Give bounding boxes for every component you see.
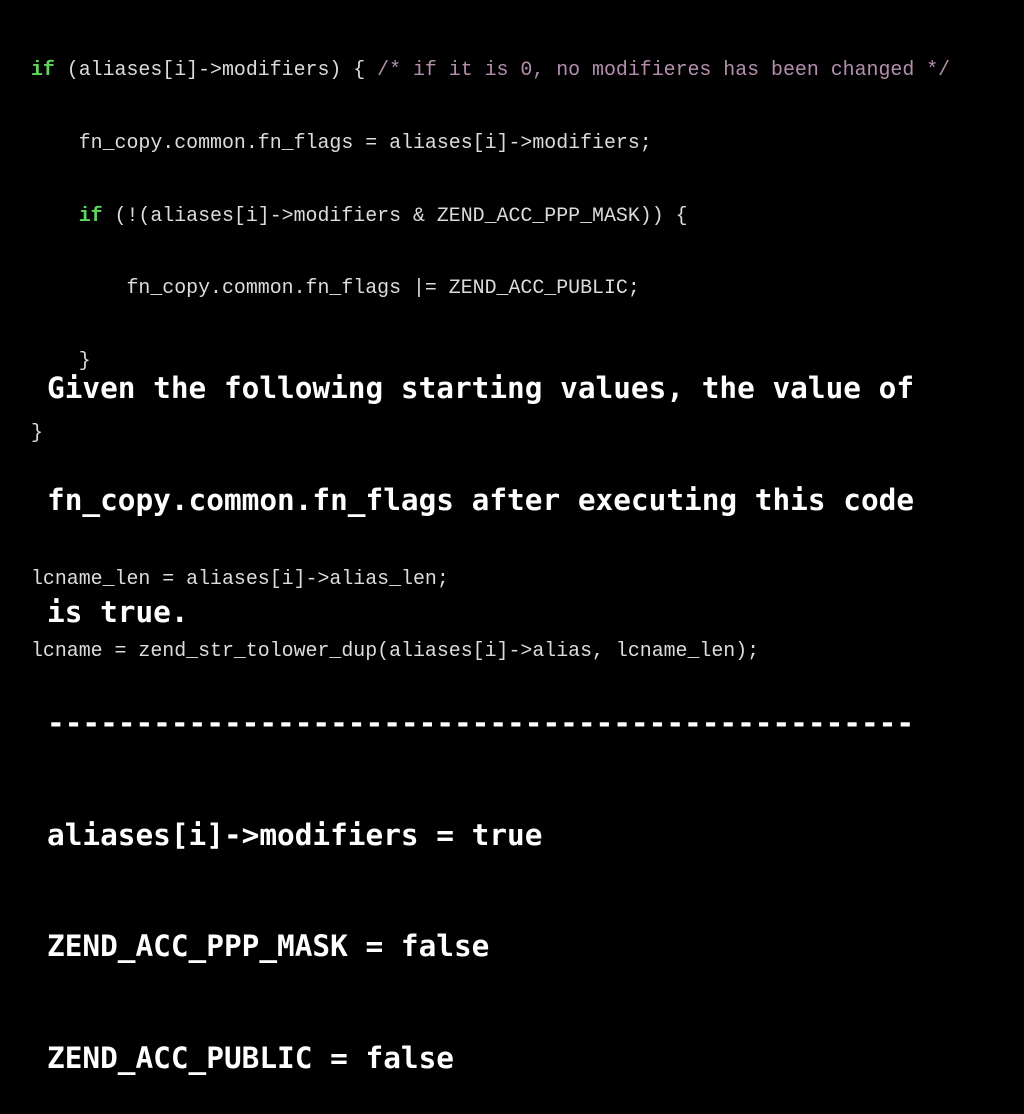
question-text: is true. bbox=[47, 594, 189, 629]
code-text: (aliases[i]->modifiers) { bbox=[54, 58, 378, 82]
code-comment: /* if it is 0, no modifieres has been ch… bbox=[377, 58, 951, 82]
question-block: Given the following starting values, the… bbox=[47, 296, 914, 1114]
code-keyword: if bbox=[78, 203, 103, 227]
separator: ----------------------------------------… bbox=[47, 706, 915, 741]
code-keyword: if bbox=[31, 58, 55, 82]
starting-value: ZEND_ACC_PUBLIC = false bbox=[47, 1040, 454, 1075]
starting-value: ZEND_ACC_PPP_MASK = false bbox=[47, 929, 490, 964]
code-line: fn_copy.common.fn_flags = aliases[i]->mo… bbox=[31, 131, 652, 154]
starting-value: aliases[i]->modifiers = true bbox=[47, 817, 543, 852]
question-text: fn_copy.common.fn_flags after executing … bbox=[47, 483, 915, 517]
code-text: (!(aliases[i]->modifiers & ZEND_ACC_PPP_… bbox=[102, 203, 688, 227]
code-line: if (!(aliases[i]->modifiers & ZEND_ACC_P… bbox=[31, 204, 950, 228]
question-text: Given the following starting values, the… bbox=[47, 371, 915, 406]
code-line: if (aliases[i]->modifiers) { /* if it is… bbox=[31, 58, 950, 82]
